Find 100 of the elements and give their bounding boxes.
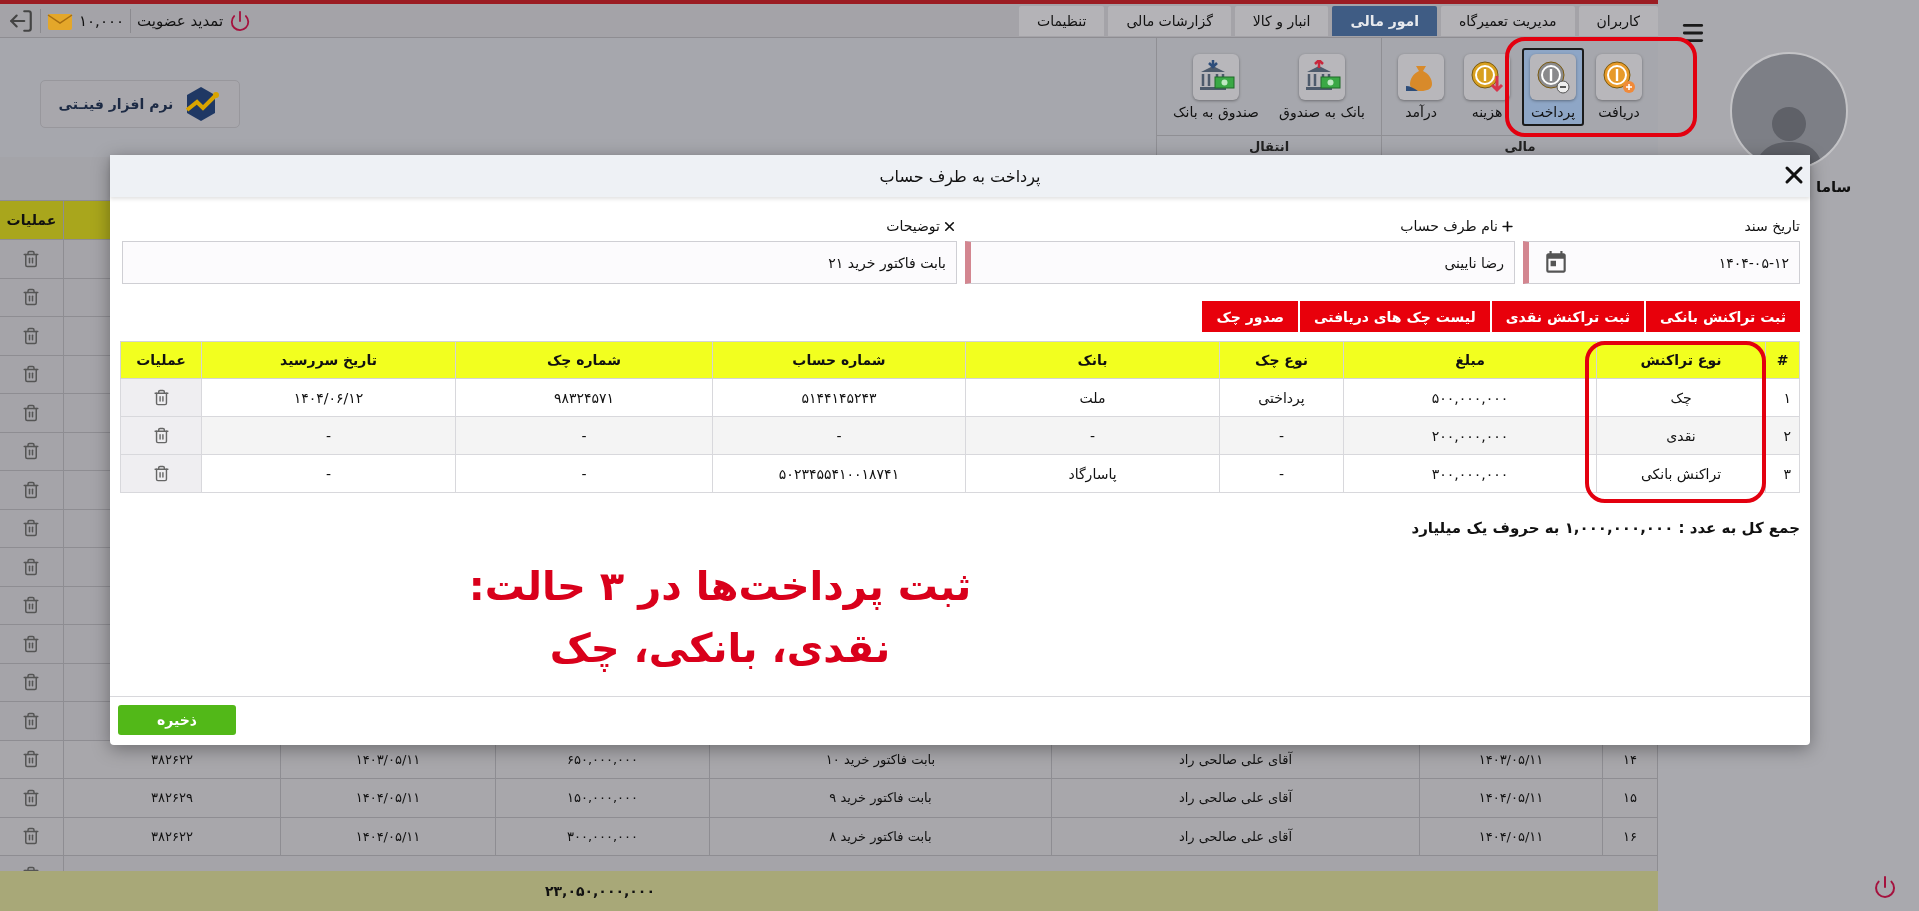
table-cell: - bbox=[965, 416, 1220, 455]
trash-icon[interactable] bbox=[152, 465, 170, 483]
input-field[interactable]: رضا نایینی bbox=[965, 241, 1515, 284]
menu-tab[interactable]: کاربران bbox=[1578, 6, 1658, 36]
column-header: شماره حساب bbox=[712, 341, 966, 379]
trash-icon[interactable] bbox=[22, 480, 41, 499]
column-header: تاریخ سررسید bbox=[201, 341, 456, 379]
field-label: نام طرف حساب bbox=[1400, 218, 1498, 234]
input-field[interactable]: ۱۴۰۴-۰۵-۱۲ bbox=[1523, 241, 1800, 284]
trash-icon[interactable] bbox=[22, 827, 41, 846]
table-cell: بابت فاکتور خرید ۸ bbox=[829, 828, 932, 844]
table-cell: - bbox=[201, 454, 456, 493]
trash-icon[interactable] bbox=[22, 673, 41, 692]
table-cell: - bbox=[455, 416, 713, 455]
table-cell: ۲۰۰,۰۰۰,۰۰۰ bbox=[1343, 416, 1597, 455]
table-cell: ۱۴۰۳/۰۵/۱۱ bbox=[355, 751, 421, 767]
total-amount: ۲۳,۰۵۰,۰۰۰,۰۰۰ bbox=[545, 883, 655, 899]
trash-icon[interactable] bbox=[22, 365, 41, 384]
table-cell: - bbox=[201, 416, 456, 455]
calendar-icon[interactable] bbox=[1543, 249, 1569, 276]
table-cell: ۶۵۰,۰۰۰,۰۰۰ bbox=[566, 751, 639, 767]
table-cell: ۹۸۳۲۴۵۷۱ bbox=[455, 378, 713, 417]
action-button[interactable]: ثبت تراکنش بانکی bbox=[1645, 301, 1800, 332]
field-label: توضیحات bbox=[886, 218, 940, 234]
renew-link[interactable]: تمدید عضویت bbox=[137, 11, 224, 30]
trash-icon[interactable] bbox=[22, 557, 41, 576]
action-button[interactable]: لیست چک های دریافتی bbox=[1300, 301, 1490, 332]
coin-arrow-icon bbox=[1470, 59, 1504, 94]
ribbon-button[interactable]: درآمد bbox=[1390, 47, 1452, 126]
table-cell: ۱۴۰۴/۰۵/۱۱ bbox=[355, 828, 421, 844]
table-cell: - bbox=[455, 454, 713, 493]
ribbon-button[interactable]: صندوق به بانک bbox=[1165, 47, 1267, 126]
table-cell: ۱۴۰۴/۰۵/۱۱ bbox=[355, 790, 421, 806]
dialog-title: پرداخت به طرف حساب bbox=[879, 166, 1041, 186]
table-cell: - bbox=[1219, 454, 1344, 493]
table-cell: ۱۵ bbox=[1623, 790, 1637, 806]
menu-tab[interactable]: مدیریت تعمیرگاه bbox=[1441, 6, 1575, 36]
table-cell: - bbox=[1219, 416, 1344, 455]
table-cell: ۱۴۰۳/۰۵/۱۱ bbox=[1478, 751, 1544, 767]
sms-balance: ۱۰,۰۰۰ bbox=[79, 11, 125, 30]
logout-icon[interactable] bbox=[8, 7, 34, 34]
trash-icon[interactable] bbox=[22, 403, 41, 422]
power-icon[interactable] bbox=[1873, 875, 1897, 899]
table-cell: آقای علی صالحی راد bbox=[1178, 751, 1293, 767]
action-button[interactable]: ثبت تراکنش نقدی bbox=[1491, 301, 1644, 332]
trash-icon[interactable] bbox=[22, 519, 41, 538]
total-summary: جمع کل به عدد : ۱,۰۰۰,۰۰۰,۰۰۰ به حروف یک میلیارد bbox=[1411, 519, 1800, 537]
ribbon-button[interactable]: بانک به صندوق bbox=[1271, 47, 1373, 126]
table-cell: ۳۸۲۶۲۲ bbox=[151, 828, 193, 844]
user-name: ساما bbox=[1816, 178, 1852, 196]
table-cell: ۳۸۲۶۲۲ bbox=[151, 751, 193, 767]
table-cell: ۱۴۰۴/۰۵/۱۱ bbox=[1478, 790, 1544, 806]
trash-icon[interactable] bbox=[22, 788, 41, 807]
ribbon-button[interactable]: پرداخت bbox=[1522, 47, 1584, 126]
action-button[interactable]: صدور چک bbox=[1202, 301, 1299, 332]
table-cell: آقای علی صالحی راد bbox=[1178, 790, 1293, 806]
logo: نرم افزار فینـتی bbox=[40, 80, 240, 128]
input-field[interactable]: بابت فاکتور خرید ۲۱ bbox=[122, 241, 957, 284]
table-cell: آقای علی صالحی راد bbox=[1178, 828, 1293, 844]
trash-icon[interactable] bbox=[152, 427, 170, 445]
table-cell: پاسارگاد bbox=[965, 454, 1220, 493]
table-cell: بابت فاکتور خرید ۹ bbox=[829, 790, 932, 806]
table-cell: ۳۰۰,۰۰۰,۰۰۰ bbox=[566, 828, 639, 844]
table-cell: ۵۰۲۳۴۵۵۴۱۰۰۱۸۷۴۱ bbox=[712, 454, 966, 493]
table-cell: ۱۴۰۴/۰۵/۱۱ bbox=[1478, 828, 1544, 844]
menu-tab[interactable]: انبار و کالا bbox=[1234, 6, 1329, 36]
column-header: عملیات bbox=[120, 341, 202, 379]
column-header: شماره چک bbox=[455, 341, 713, 379]
trash-icon[interactable] bbox=[22, 326, 41, 345]
table-cell: - bbox=[712, 416, 966, 455]
trash-icon[interactable] bbox=[22, 249, 41, 268]
annotation-text: ثبت پرداخت‌ها در ۳ حالت: bbox=[468, 562, 972, 612]
trash-icon[interactable] bbox=[22, 750, 41, 769]
plus-icon[interactable] bbox=[1500, 218, 1515, 234]
trash-icon[interactable] bbox=[22, 442, 41, 461]
table-cell: ۱۴۰۴/۰۶/۱۲ bbox=[201, 378, 456, 417]
ribbon-button[interactable]: هزینه bbox=[1456, 47, 1518, 126]
table-cell: ۳ bbox=[1765, 454, 1800, 493]
menu-tab[interactable]: امور مالی bbox=[1332, 6, 1437, 36]
trash-icon[interactable] bbox=[22, 288, 41, 307]
table-cell: ۳۰۰,۰۰۰,۰۰۰ bbox=[1343, 454, 1597, 493]
coin-minus-icon bbox=[1536, 59, 1570, 94]
column-header: عملیات bbox=[0, 200, 64, 240]
trash-icon[interactable] bbox=[22, 711, 41, 730]
power-icon[interactable] bbox=[229, 9, 252, 32]
table-cell: ۳۸۲۶۲۹ bbox=[151, 790, 193, 806]
menu-tab[interactable]: گزارشات مالی bbox=[1108, 6, 1231, 36]
field-label: تاریخ سند bbox=[1744, 218, 1800, 234]
table-cell: ۵۰۰,۰۰۰,۰۰۰ bbox=[1343, 378, 1597, 417]
trash-icon[interactable] bbox=[152, 389, 170, 407]
coin-plus-icon bbox=[1602, 59, 1636, 94]
trash-icon[interactable] bbox=[22, 634, 41, 653]
ribbon-button[interactable]: دریافت bbox=[1588, 47, 1650, 126]
column-header: مبلغ bbox=[1343, 341, 1597, 379]
trash-icon[interactable] bbox=[22, 596, 41, 615]
table-cell: بابت فاکتور خرید ۱۰ bbox=[825, 751, 936, 767]
table-cell: ملت bbox=[965, 378, 1220, 417]
table-cell: ۱۶ bbox=[1623, 828, 1637, 844]
menu-tab[interactable]: تنظیمات bbox=[1019, 6, 1105, 36]
table-cell: ۵۱۴۴۱۴۵۲۴۳ bbox=[712, 378, 966, 417]
